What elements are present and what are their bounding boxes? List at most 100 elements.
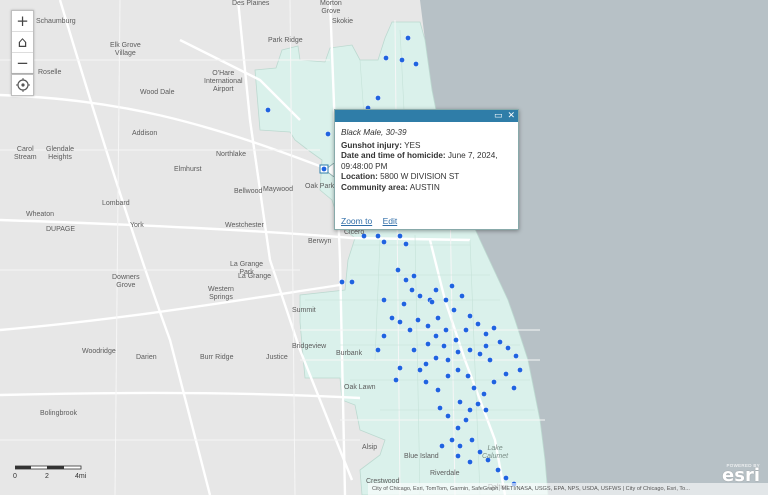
- homicide-point[interactable]: [465, 373, 471, 379]
- homicide-point[interactable]: [503, 475, 509, 481]
- zoom-to-link[interactable]: Zoom to: [341, 216, 372, 226]
- homicide-point[interactable]: [481, 391, 487, 397]
- place-label: Summit: [292, 307, 316, 314]
- homicide-point[interactable]: [375, 233, 381, 239]
- homicide-point[interactable]: [457, 443, 463, 449]
- homicide-point[interactable]: [483, 407, 489, 413]
- edit-link[interactable]: Edit: [383, 216, 398, 226]
- homicide-point[interactable]: [475, 401, 481, 407]
- zoom-in-button[interactable]: +: [12, 11, 33, 32]
- homicide-point[interactable]: [455, 453, 461, 459]
- homicide-point[interactable]: [425, 323, 431, 329]
- homicide-point[interactable]: [265, 107, 271, 113]
- homicide-point[interactable]: [451, 307, 457, 313]
- homicide-point[interactable]: [513, 353, 519, 359]
- homicide-point[interactable]: [445, 413, 451, 419]
- homicide-point[interactable]: [443, 327, 449, 333]
- homicide-point[interactable]: [383, 55, 389, 61]
- homicide-point[interactable]: [455, 367, 461, 373]
- homicide-point[interactable]: [491, 325, 497, 331]
- homicide-point[interactable]: [375, 347, 381, 353]
- homicide-point[interactable]: [467, 347, 473, 353]
- attribution[interactable]: City of Chicago, Esri, TomTom, Garmin, S…: [368, 483, 768, 495]
- homicide-point[interactable]: [393, 377, 399, 383]
- homicide-point[interactable]: [397, 365, 403, 371]
- homicide-point[interactable]: [453, 337, 459, 343]
- homicide-point[interactable]: [425, 341, 431, 347]
- homicide-point[interactable]: [395, 267, 401, 273]
- homicide-point[interactable]: [423, 361, 429, 367]
- selected-point[interactable]: [319, 164, 329, 174]
- homicide-point[interactable]: [397, 319, 403, 325]
- homicide-point[interactable]: [487, 357, 493, 363]
- homicide-point[interactable]: [469, 437, 475, 443]
- homicide-point[interactable]: [413, 61, 419, 67]
- homicide-point[interactable]: [325, 131, 331, 137]
- home-button[interactable]: ⌂: [12, 32, 33, 53]
- homicide-point[interactable]: [435, 387, 441, 393]
- homicide-point[interactable]: [381, 333, 387, 339]
- homicide-point[interactable]: [445, 357, 451, 363]
- homicide-point[interactable]: [467, 313, 473, 319]
- popup-value: YES: [401, 140, 421, 150]
- close-icon[interactable]: ✕: [507, 111, 515, 121]
- homicide-point[interactable]: [483, 331, 489, 337]
- homicide-point[interactable]: [437, 405, 443, 411]
- homicide-point[interactable]: [511, 385, 517, 391]
- homicide-point[interactable]: [449, 283, 455, 289]
- homicide-point[interactable]: [467, 459, 473, 465]
- homicide-point[interactable]: [401, 301, 407, 307]
- homicide-point[interactable]: [505, 345, 511, 351]
- homicide-point[interactable]: [433, 333, 439, 339]
- homicide-point[interactable]: [407, 327, 413, 333]
- homicide-point[interactable]: [467, 407, 473, 413]
- homicide-point[interactable]: [517, 367, 523, 373]
- homicide-point[interactable]: [381, 239, 387, 245]
- homicide-point[interactable]: [403, 277, 409, 283]
- homicide-point[interactable]: [389, 315, 395, 321]
- homicide-point[interactable]: [411, 347, 417, 353]
- homicide-point[interactable]: [455, 349, 461, 355]
- homicide-point[interactable]: [375, 95, 381, 101]
- homicide-point[interactable]: [483, 343, 489, 349]
- homicide-point[interactable]: [411, 273, 417, 279]
- homicide-point[interactable]: [435, 315, 441, 321]
- homicide-point[interactable]: [495, 467, 501, 473]
- homicide-point[interactable]: [339, 279, 345, 285]
- homicide-point[interactable]: [491, 379, 497, 385]
- homicide-point[interactable]: [417, 367, 423, 373]
- homicide-point[interactable]: [475, 321, 481, 327]
- homicide-point[interactable]: [443, 297, 449, 303]
- map-view[interactable]: Des Plaines Morton Grove Schaumburg Skokie El…: [0, 0, 768, 495]
- homicide-point[interactable]: [433, 355, 439, 361]
- homicide-point[interactable]: [349, 279, 355, 285]
- maximize-icon[interactable]: ▭: [494, 111, 503, 121]
- homicide-point[interactable]: [441, 343, 447, 349]
- homicide-point[interactable]: [417, 293, 423, 299]
- homicide-point[interactable]: [503, 371, 509, 377]
- homicide-point[interactable]: [405, 35, 411, 41]
- homicide-point[interactable]: [381, 297, 387, 303]
- homicide-point[interactable]: [477, 351, 483, 357]
- homicide-point[interactable]: [459, 293, 465, 299]
- homicide-point[interactable]: [463, 417, 469, 423]
- esri-logo[interactable]: POWERED BY esri: [722, 463, 760, 485]
- homicide-point[interactable]: [497, 339, 503, 345]
- homicide-point[interactable]: [423, 379, 429, 385]
- zoom-out-button[interactable]: −: [12, 53, 33, 73]
- locate-button[interactable]: [11, 74, 34, 96]
- homicide-point[interactable]: [445, 373, 451, 379]
- homicide-point[interactable]: [429, 299, 435, 305]
- homicide-point[interactable]: [397, 233, 403, 239]
- homicide-point[interactable]: [439, 443, 445, 449]
- homicide-point[interactable]: [399, 57, 405, 63]
- homicide-point[interactable]: [449, 437, 455, 443]
- homicide-point[interactable]: [409, 287, 415, 293]
- homicide-point[interactable]: [463, 327, 469, 333]
- homicide-point[interactable]: [457, 399, 463, 405]
- homicide-point[interactable]: [433, 287, 439, 293]
- homicide-point[interactable]: [471, 385, 477, 391]
- homicide-point[interactable]: [415, 317, 421, 323]
- homicide-point[interactable]: [403, 241, 409, 247]
- homicide-point[interactable]: [455, 425, 461, 431]
